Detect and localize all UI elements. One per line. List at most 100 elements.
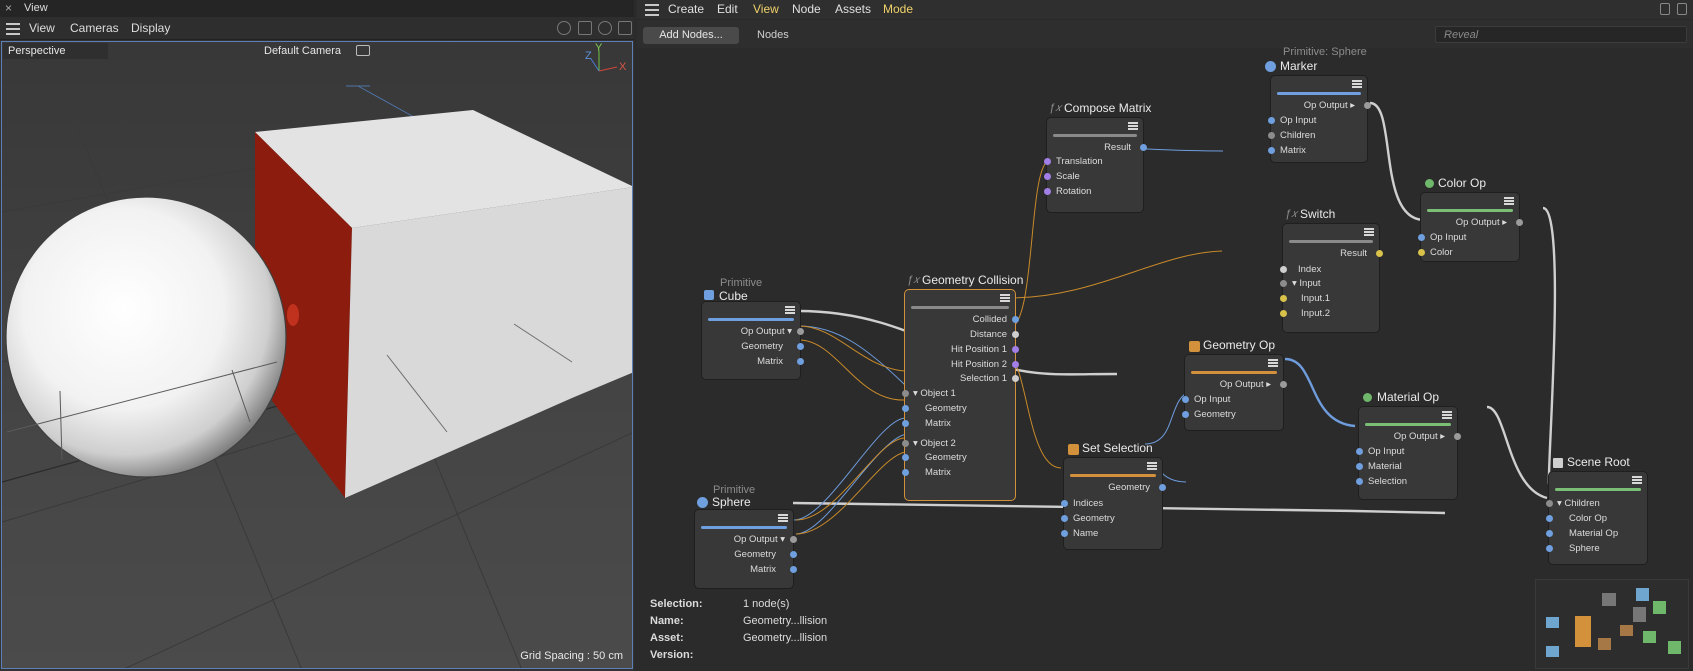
- node-sphere[interactable]: Primitive Sphere Op Output ▾ Geometry Ma…: [695, 484, 797, 588]
- color-op-icon: [1425, 179, 1434, 188]
- input-port[interactable]: [1546, 500, 1553, 507]
- add-nodes-button[interactable]: Add Nodes...: [643, 27, 739, 44]
- input-port[interactable]: [1280, 266, 1287, 273]
- menu-edit[interactable]: Edit: [717, 2, 738, 16]
- output-port[interactable]: [1516, 219, 1523, 226]
- graph-minimap[interactable]: [1535, 579, 1689, 669]
- node-color-op[interactable]: Color Op Op Output ▸ Op Input Color: [1418, 176, 1523, 261]
- output-port[interactable]: [1280, 381, 1287, 388]
- menu-cameras[interactable]: Cameras: [70, 21, 119, 35]
- input-port[interactable]: [1546, 530, 1553, 537]
- input-port[interactable]: [1546, 515, 1553, 522]
- input-port[interactable]: [1044, 173, 1051, 180]
- 3d-viewport[interactable]: Y Z X Perspective Default Camera Grid Sp…: [1, 41, 633, 669]
- camera-label[interactable]: Default Camera: [264, 45, 341, 57]
- node-menu-icon[interactable]: [785, 306, 795, 314]
- input-port[interactable]: [1061, 500, 1068, 507]
- node-menu-icon[interactable]: [1147, 462, 1157, 470]
- menu-display[interactable]: Display: [131, 21, 170, 35]
- menu-assets[interactable]: Assets: [835, 2, 871, 16]
- input-port[interactable]: [1280, 310, 1287, 317]
- input-port[interactable]: [1268, 147, 1275, 154]
- tab-nodes[interactable]: Nodes: [757, 29, 789, 41]
- node-menu-icon[interactable]: [1442, 411, 1452, 419]
- output-port[interactable]: [797, 328, 804, 335]
- menu-view[interactable]: View: [29, 21, 55, 35]
- geometry-op-icon: [1189, 341, 1200, 352]
- output-port[interactable]: [1012, 316, 1019, 323]
- camera-icon[interactable]: [356, 45, 370, 56]
- node-menu-icon[interactable]: [1128, 122, 1138, 130]
- menu-create[interactable]: Create: [668, 2, 704, 16]
- maximize-view-icon[interactable]: [618, 21, 632, 35]
- output-port[interactable]: [790, 566, 797, 573]
- node-menu-icon[interactable]: [778, 514, 788, 522]
- node-material-op[interactable]: Material Op Op Output ▸ Op Input Materia…: [1356, 390, 1461, 499]
- output-port[interactable]: [797, 358, 804, 365]
- input-port[interactable]: [902, 469, 909, 476]
- node-menu-icon[interactable]: [1504, 197, 1514, 205]
- output-port[interactable]: [1454, 433, 1461, 440]
- node-geometry-op[interactable]: Geometry Op Op Output ▸ Op Input Geometr…: [1182, 338, 1287, 430]
- pan-view-icon[interactable]: [578, 21, 592, 35]
- input-port[interactable]: [1044, 158, 1051, 165]
- input-port[interactable]: [1268, 132, 1275, 139]
- output-port[interactable]: [790, 551, 797, 558]
- output-port[interactable]: [1012, 346, 1019, 353]
- input-port[interactable]: [902, 454, 909, 461]
- node-graph-canvas[interactable]: Primitive: Sphere Marker Op Output ▸ Op …: [637, 46, 1693, 671]
- viewport-mode-label[interactable]: Perspective: [3, 43, 108, 59]
- lock-icon[interactable]: [1660, 3, 1670, 15]
- rotate-view-icon[interactable]: [598, 21, 612, 35]
- input-port[interactable]: [902, 420, 909, 427]
- input-port[interactable]: [1418, 234, 1425, 241]
- node-geometry-collision[interactable]: ƒ𝑥 Geometry Collision Collided Distance …: [902, 273, 1023, 500]
- input-port[interactable]: [1280, 295, 1287, 302]
- move-view-icon[interactable]: [557, 21, 571, 35]
- menu-view[interactable]: View: [753, 2, 779, 16]
- hamburger-menu-icon[interactable]: [645, 4, 659, 16]
- output-port[interactable]: [1140, 144, 1147, 151]
- reveal-search-input[interactable]: [1435, 26, 1687, 43]
- input-port[interactable]: [1268, 117, 1275, 124]
- input-port[interactable]: [1546, 545, 1553, 552]
- input-port[interactable]: [1280, 280, 1287, 287]
- node-menu-icon[interactable]: [1632, 476, 1642, 484]
- node-menu-icon[interactable]: [1352, 80, 1362, 88]
- node-menu-icon[interactable]: [1364, 228, 1374, 236]
- output-port[interactable]: [790, 536, 797, 543]
- node-menu-icon[interactable]: [1000, 294, 1010, 302]
- output-port[interactable]: [1376, 250, 1383, 257]
- node-switch[interactable]: ƒ𝑥 Switch Result Index ▾ Input Input.1 I…: [1280, 207, 1383, 332]
- input-port[interactable]: [1061, 530, 1068, 537]
- menu-node[interactable]: Node: [792, 2, 821, 16]
- input-port[interactable]: [902, 390, 909, 397]
- cube-icon: [704, 290, 714, 300]
- input-port[interactable]: [1044, 188, 1051, 195]
- input-port[interactable]: [1356, 448, 1363, 455]
- input-port[interactable]: [1061, 515, 1068, 522]
- output-port[interactable]: [1012, 375, 1019, 382]
- input-port[interactable]: [1418, 249, 1425, 256]
- node-marker[interactable]: Primitive: Sphere Marker Op Output ▸ Op …: [1265, 46, 1371, 162]
- hamburger-menu-icon[interactable]: [6, 23, 20, 35]
- input-port[interactable]: [1182, 396, 1189, 403]
- output-port[interactable]: [1364, 102, 1371, 109]
- output-port[interactable]: [1012, 361, 1019, 368]
- new-window-icon[interactable]: [1677, 3, 1687, 15]
- node-scene-root[interactable]: Scene Root ▾ Children Color Op Material …: [1546, 455, 1647, 564]
- input-port[interactable]: [902, 440, 909, 447]
- input-port[interactable]: [902, 405, 909, 412]
- output-port[interactable]: [1159, 484, 1166, 491]
- input-port[interactable]: [1356, 463, 1363, 470]
- node-set-selection[interactable]: Set Selection Geometry Indices Geometry …: [1061, 441, 1166, 549]
- output-port[interactable]: [797, 343, 804, 350]
- close-icon[interactable]: ×: [5, 1, 12, 15]
- menu-mode[interactable]: Mode: [883, 2, 913, 16]
- node-menu-icon[interactable]: [1268, 359, 1278, 367]
- node-cube[interactable]: Primitive Cube Op Output ▾ Geometry Matr…: [702, 277, 804, 379]
- input-port[interactable]: [1356, 478, 1363, 485]
- output-port[interactable]: [1012, 331, 1019, 338]
- node-compose-matrix[interactable]: ƒ𝑥 Compose Matrix Result Translation Sca…: [1044, 101, 1151, 212]
- input-port[interactable]: [1182, 411, 1189, 418]
